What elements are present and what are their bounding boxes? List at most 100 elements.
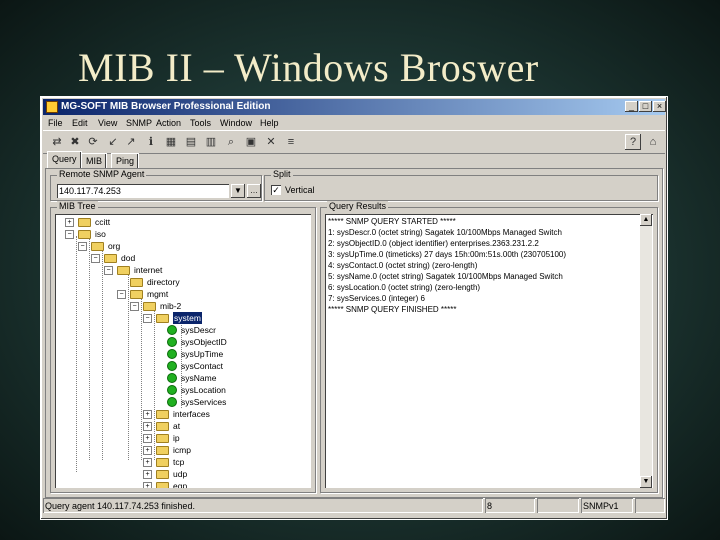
tree-row-internet[interactable]: − internet [102, 264, 303, 276]
tree-row-dod[interactable]: − dod [89, 252, 303, 264]
vertical-label: Vertical [285, 185, 315, 195]
folder-open-icon [130, 290, 143, 299]
tree-row-sysservices[interactable]: sysServices [167, 396, 303, 408]
tree-row-interfaces[interactable]: + interfaces [141, 408, 303, 420]
remove-icon[interactable]: ✕ [263, 134, 279, 150]
tree-row-syslocation[interactable]: sysLocation [167, 384, 303, 396]
leaf-icon [167, 337, 177, 347]
folder-icon [156, 458, 169, 467]
menu-file[interactable]: File [45, 116, 66, 130]
vertical-checkbox[interactable]: ✓ [271, 185, 281, 195]
scroll-up-button[interactable]: ▲ [640, 214, 652, 226]
tree-row-sysuptime[interactable]: sysUpTime [167, 348, 303, 360]
properties-icon[interactable]: ℹ [143, 134, 159, 150]
agent-dropdown-button[interactable]: ▼ [231, 184, 245, 198]
result-line: ***** SNMP QUERY STARTED ***** [328, 217, 456, 226]
print-icon[interactable]: ▣ [243, 134, 259, 150]
menu-help[interactable]: Help [257, 116, 282, 130]
menu-action[interactable]: Action [153, 116, 184, 130]
folder-open-icon [156, 314, 169, 323]
slide-title: MIB II – Windows Broswer [78, 45, 539, 90]
tree-row-directory[interactable]: directory [115, 276, 303, 288]
menu-window[interactable]: Window [217, 116, 255, 130]
menu-bar: File Edit View SNMP Action Tools Window … [43, 116, 665, 130]
tree-row-egp[interactable]: + egp [141, 480, 303, 488]
log-icon[interactable]: ≡ [283, 134, 299, 150]
get-icon[interactable]: ↙ [105, 134, 121, 150]
leaf-icon [167, 373, 177, 383]
leaf-icon [167, 349, 177, 359]
status-count: 8 [485, 498, 535, 513]
tree-row-udp[interactable]: + udp [141, 468, 303, 480]
help-button[interactable]: ? [625, 134, 641, 150]
tree-row-at[interactable]: + at [141, 420, 303, 432]
stop-icon[interactable]: ✖ [67, 134, 83, 150]
folder-icon [156, 470, 169, 479]
mib-tree-view[interactable]: + ccitt − iso − org − dod − internet dir… [55, 214, 311, 488]
tree-row-sysdescr[interactable]: sysDescr [167, 324, 303, 336]
window-titlebar[interactable]: MG-SOFT MIB Browser Professional Edition… [43, 99, 666, 115]
mib-tree-label: MIB Tree [57, 201, 98, 211]
folder-icon [156, 434, 169, 443]
tree-row-tcp[interactable]: + tcp [141, 456, 303, 468]
window-title: MG-SOFT MIB Browser Professional Edition [61, 101, 271, 112]
app-icon [46, 101, 58, 113]
tree-row-org[interactable]: − org [76, 240, 303, 252]
results-scrollbar[interactable]: ▲ ▼ [640, 214, 652, 488]
table-icon[interactable]: ▦ [163, 134, 179, 150]
grid-icon[interactable]: ▤ [183, 134, 199, 150]
result-line: ***** SNMP QUERY FINISHED ***** [328, 305, 457, 314]
scroll-down-button[interactable]: ▼ [640, 476, 652, 488]
tree-row-mgmt[interactable]: − mgmt [115, 288, 303, 300]
contact-icon[interactable]: ⇄ [49, 134, 65, 150]
tree-row-mib-2[interactable]: − mib-2 [128, 300, 303, 312]
set-icon[interactable]: ↗ [123, 134, 139, 150]
folder-icon [78, 218, 91, 227]
tree-row-icmp[interactable]: + icmp [141, 444, 303, 456]
folder-icon [156, 410, 169, 419]
tree-row-syscontact[interactable]: sysContact [167, 360, 303, 372]
tab-ping[interactable]: Ping [111, 153, 140, 168]
status-protocol: SNMPv1 [581, 498, 633, 513]
menu-tools[interactable]: Tools [187, 116, 214, 130]
result-line: 4: sysContact.0 (octet string) (zero-len… [328, 261, 478, 270]
tree-row-sysobjectid[interactable]: sysObjectID [167, 336, 303, 348]
folder-open-icon [78, 230, 91, 239]
menu-snmp[interactable]: SNMP [123, 116, 155, 130]
home-icon[interactable]: ⌂ [645, 134, 661, 150]
minimize-button[interactable]: _ [625, 101, 638, 112]
menu-view[interactable]: View [95, 116, 120, 130]
result-line: 5: sysName.0 (octet string) Sagatek 10/1… [328, 272, 563, 281]
tab-query[interactable]: Query [47, 151, 82, 168]
leaf-icon [167, 385, 177, 395]
menu-edit[interactable]: Edit [69, 116, 91, 130]
folder-icon [156, 446, 169, 455]
tree-row-iso[interactable]: − iso [63, 228, 303, 240]
close-button[interactable]: × [653, 101, 666, 112]
folder-open-icon [91, 242, 104, 251]
agent-address-input[interactable]: 140.117.74.253 [57, 184, 229, 198]
refresh-icon[interactable]: ⟳ [85, 134, 101, 150]
folder-icon [130, 278, 143, 287]
mib-browser-window: MG-SOFT MIB Browser Professional Edition… [40, 96, 668, 520]
tree-row-system[interactable]: − system [141, 312, 303, 324]
folder-open-icon [117, 266, 130, 275]
result-line: 7: sysServices.0 (integer) 6 [328, 294, 425, 303]
folder-icon [156, 482, 169, 488]
query-results-group: Query Results ***** SNMP QUERY STARTED *… [320, 201, 658, 493]
tab-mib[interactable]: MIB [81, 153, 108, 168]
agent-browse-button[interactable]: … [247, 184, 261, 198]
status-empty [537, 498, 579, 513]
tree-row-sysname[interactable]: sysName [167, 372, 303, 384]
split-label: Split [271, 169, 293, 179]
maximize-button[interactable]: □ [639, 101, 652, 112]
query-results-view[interactable]: ***** SNMP QUERY STARTED ***** 1: sysDes… [325, 214, 653, 488]
query-results-label: Query Results [327, 201, 389, 211]
leaf-icon [167, 397, 177, 407]
tree-row-ccitt[interactable]: + ccitt [63, 216, 303, 228]
find-icon[interactable]: ⌕ [223, 134, 239, 150]
graph-icon[interactable]: ▥ [203, 134, 219, 150]
mib-tree-group: MIB Tree + ccitt − iso − org − dod − int… [50, 201, 316, 493]
result-line: 3: sysUpTime.0 (timeticks) 27 days 15h:0… [328, 250, 567, 259]
tree-row-ip[interactable]: + ip [141, 432, 303, 444]
